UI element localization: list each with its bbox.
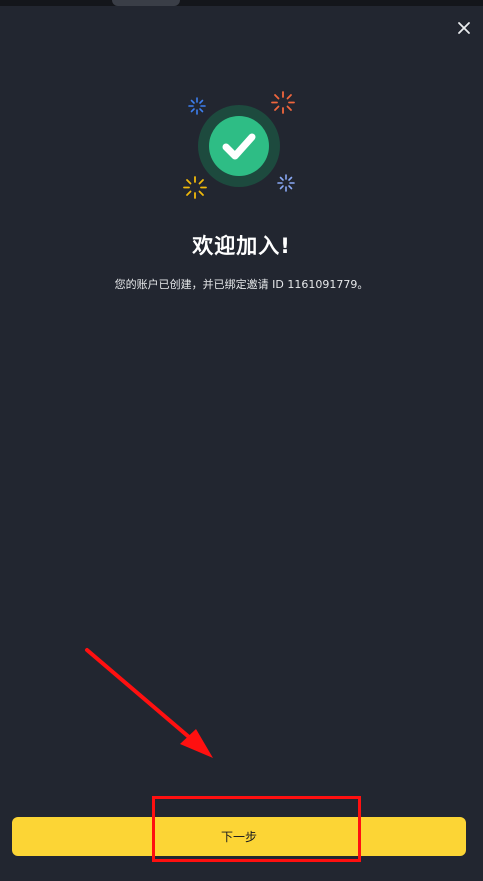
close-icon: [458, 22, 470, 34]
success-illustration: [180, 90, 304, 210]
next-step-button[interactable]: 下一步: [12, 817, 466, 856]
status-bar: [0, 0, 483, 6]
status-bar-notch: [112, 0, 180, 6]
account-created-message: 您的账户已创建，并已绑定邀请 ID 1161091779。: [114, 278, 369, 291]
welcome-screen: 欢迎加入! 您的账户已创建，并已绑定邀请 ID 1161091779。 下一步: [0, 0, 483, 881]
check-circle-icon: [209, 116, 269, 176]
sparkle-icon: [271, 91, 295, 114]
sparkle-icon: [188, 97, 206, 115]
sparkle-icon: [277, 174, 295, 192]
close-button[interactable]: [452, 16, 476, 40]
page-title: 欢迎加入!: [192, 234, 291, 258]
sparkle-icon: [183, 176, 207, 199]
